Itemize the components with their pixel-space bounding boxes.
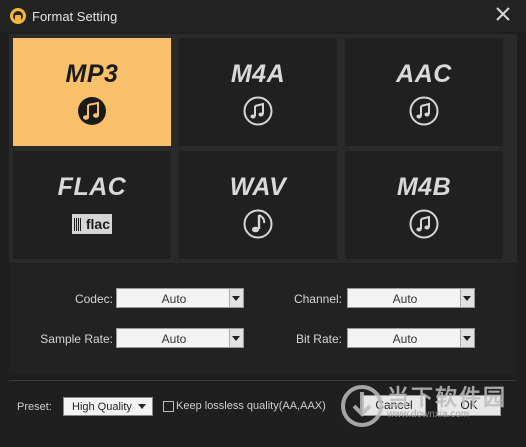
bit-rate-value: Auto <box>392 332 418 346</box>
channel-select[interactable]: Auto <box>347 288 475 308</box>
format-tile-m4a[interactable]: M4A <box>179 38 337 146</box>
bit-rate-select[interactable]: Auto <box>347 328 475 348</box>
ok-button[interactable]: OK <box>437 395 501 416</box>
lossless-checkbox[interactable] <box>163 401 174 412</box>
format-tile-m4b[interactable]: M4B <box>345 151 503 259</box>
chevron-down-icon <box>460 289 474 307</box>
flac-icon: flac <box>72 214 112 234</box>
close-button[interactable] <box>494 6 512 24</box>
chevron-down-icon <box>229 329 243 347</box>
cancel-button[interactable]: Cancel <box>362 395 426 416</box>
format-tile-flac[interactable]: FLAC flac <box>13 151 171 259</box>
format-tile-mp3[interactable]: MP3 <box>13 38 171 146</box>
dialog-footer: Preset: High Quality Keep lossless quali… <box>0 380 526 447</box>
sample-rate-value: Auto <box>161 332 187 346</box>
preset-label: Preset: <box>17 401 52 413</box>
format-label: WAV <box>229 173 287 201</box>
format-label: FLAC <box>57 173 127 201</box>
format-label: M4B <box>396 173 452 201</box>
chevron-down-icon <box>229 289 243 307</box>
format-tile-wav[interactable]: WAV <box>179 151 337 259</box>
bit-rate-label: Bit Rate: <box>295 332 342 346</box>
sample-rate-label: Sample Rate: <box>40 332 113 346</box>
preset-value: High Quality <box>72 401 132 413</box>
preset-select[interactable]: High Quality <box>63 397 153 416</box>
window-title: Format Setting <box>32 9 118 24</box>
title-bar: Format Setting <box>0 0 526 32</box>
divider <box>9 380 517 381</box>
codec-value: Auto <box>161 292 187 306</box>
codec-select[interactable]: Auto <box>116 288 244 308</box>
format-label: MP3 <box>65 60 119 88</box>
music-note-icon <box>243 96 273 126</box>
music-note-icon <box>409 96 439 126</box>
format-label: M4A <box>230 60 286 88</box>
music-note-icon <box>243 209 273 239</box>
music-note-icon <box>78 97 106 125</box>
format-tile-aac[interactable]: AAC <box>345 38 503 146</box>
chevron-down-icon <box>138 404 146 409</box>
audio-settings-panel: Codec: Auto Channel: Auto Sample Rate: A… <box>9 264 517 374</box>
lossless-label: Keep lossless quality(AA,AAX) <box>176 400 326 412</box>
channel-label: Channel: <box>293 292 342 306</box>
codec-label: Codec: <box>74 292 113 306</box>
sample-rate-select[interactable]: Auto <box>116 328 244 348</box>
chevron-down-icon <box>460 329 474 347</box>
format-grid: MP3 M4A AAC FLAC flac WAV M4B <box>9 34 517 263</box>
channel-value: Auto <box>392 292 418 306</box>
close-icon <box>496 7 510 21</box>
music-note-icon <box>409 209 439 239</box>
headphones-app-icon <box>10 8 26 24</box>
format-label: AAC <box>396 60 452 88</box>
